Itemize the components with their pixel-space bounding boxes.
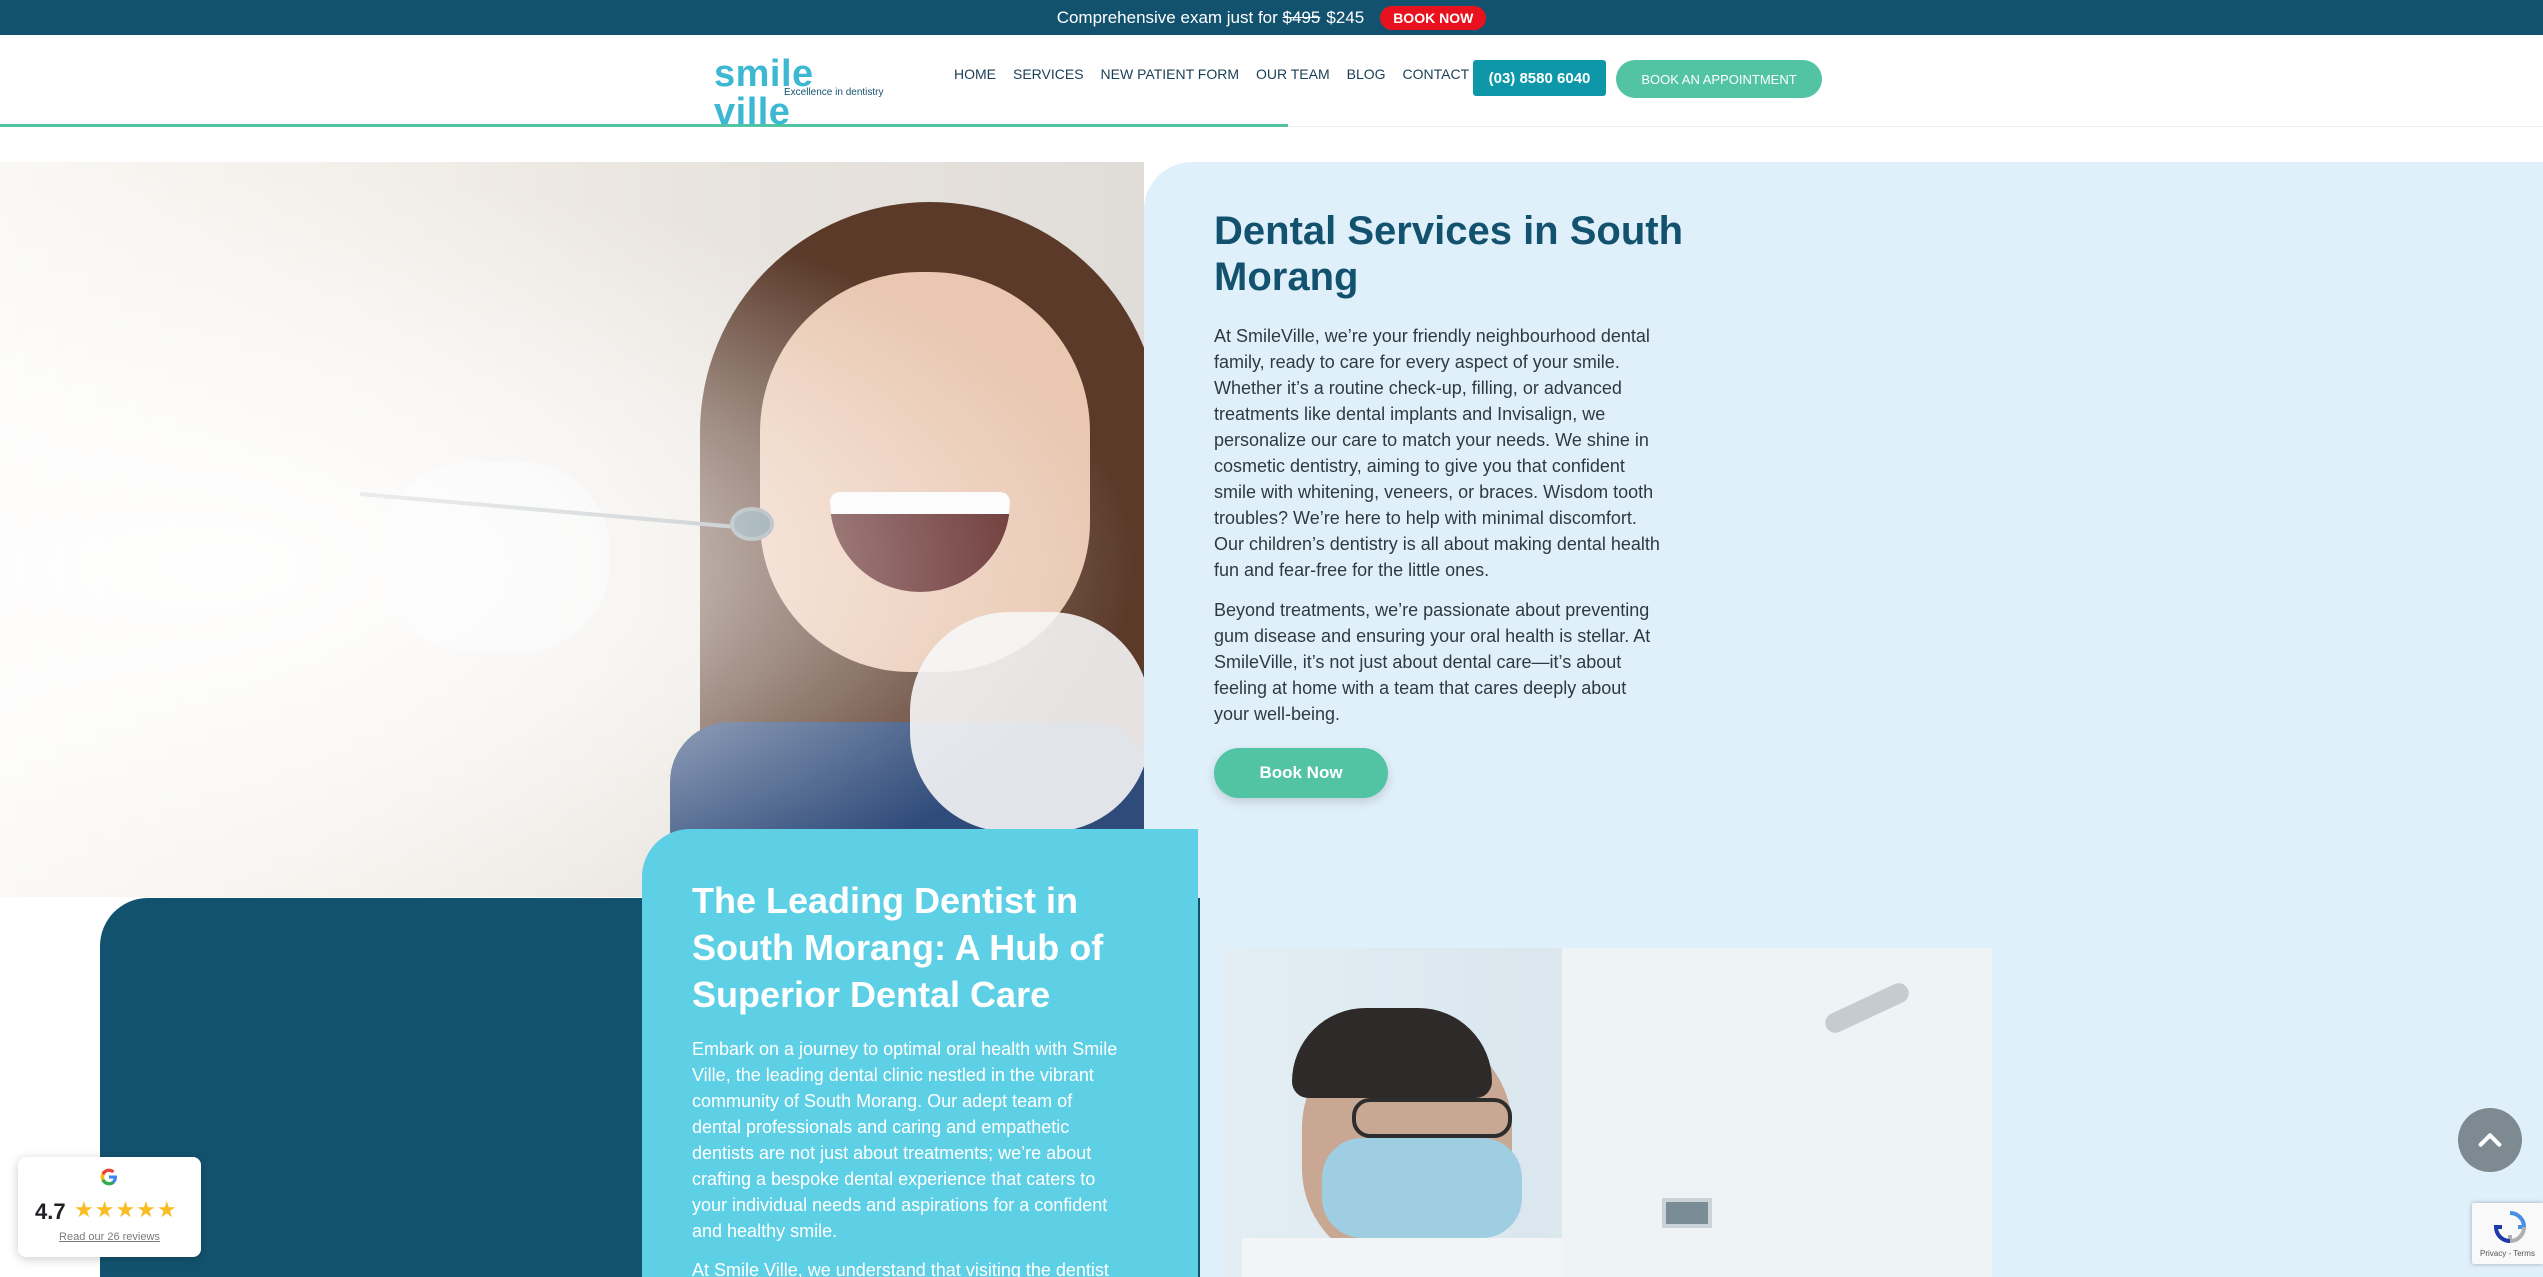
promo-text: Comprehensive exam just for $495 $245 [1056,7,1365,27]
promo-book-now-button[interactable]: BOOK NOW [1380,5,1487,30]
services-paragraph-2: Beyond treatments, we’re passionate abou… [1214,600,1651,724]
google-review-widget[interactable]: 4.7 ★★★★★ Read our 26 reviews [18,1157,201,1257]
nav-new-patient-form[interactable]: NEW PATIENT FORM [1101,66,1239,82]
book-appointment-button[interactable]: BOOK AN APPOINTMENT [1616,60,1822,98]
read-reviews-link[interactable]: Read our 26 reviews [18,1231,201,1243]
main-nav: HOME SERVICES NEW PATIENT FORM OUR TEAM … [954,66,1509,82]
nav-services[interactable]: SERVICES [1013,66,1084,82]
promo-new-price: $245 [1326,7,1365,27]
services-paragraph-1: At SmileVille, we’re your friendly neigh… [1214,326,1660,580]
scroll-progress-bar [0,124,1288,127]
leading-paragraph-1: Embark on a journey to optimal oral heal… [692,1039,1118,1241]
phone-button[interactable]: (03) 8580 6040 [1473,60,1606,96]
chevron-up-icon [2478,1133,2502,1147]
review-rating: 4.7 [35,1199,66,1224]
nav-home[interactable]: HOME [954,66,996,82]
logo-tagline: Excellence in dentistry [784,87,884,98]
book-now-button[interactable]: Book Now [1214,748,1388,798]
recaptcha-icon [2493,1211,2527,1244]
promo-old-price: $495 [1282,7,1321,27]
logo[interactable]: smile ville Excellence in dentistry [714,55,884,131]
leading-paragraph-2: At Smile Ville, we understand that visit… [692,1260,1109,1277]
review-stars: ★★★★★ [74,1197,178,1222]
nav-our-team[interactable]: OUR TEAM [1256,66,1330,82]
page: Comprehensive exam just for $495 $245 BOO… [0,0,2543,1277]
services-title: Dental Services in South Morang [1214,209,1684,299]
promo-bar: Comprehensive exam just for $495 $245 BOO… [0,0,2543,35]
recaptcha-label[interactable]: Privacy - Terms [2480,1249,2535,1258]
leading-title: The Leading Dentist in South Morang: A H… [692,880,1104,1015]
hero-photo-smiling-patient [0,162,1144,897]
nav-blog[interactable]: BLOG [1347,66,1386,82]
scroll-to-top-button[interactable] [2458,1108,2522,1172]
google-icon [100,1168,117,1186]
dentist-photo [1222,948,1992,1277]
recaptcha-badge[interactable]: Privacy - Terms [2472,1203,2543,1264]
